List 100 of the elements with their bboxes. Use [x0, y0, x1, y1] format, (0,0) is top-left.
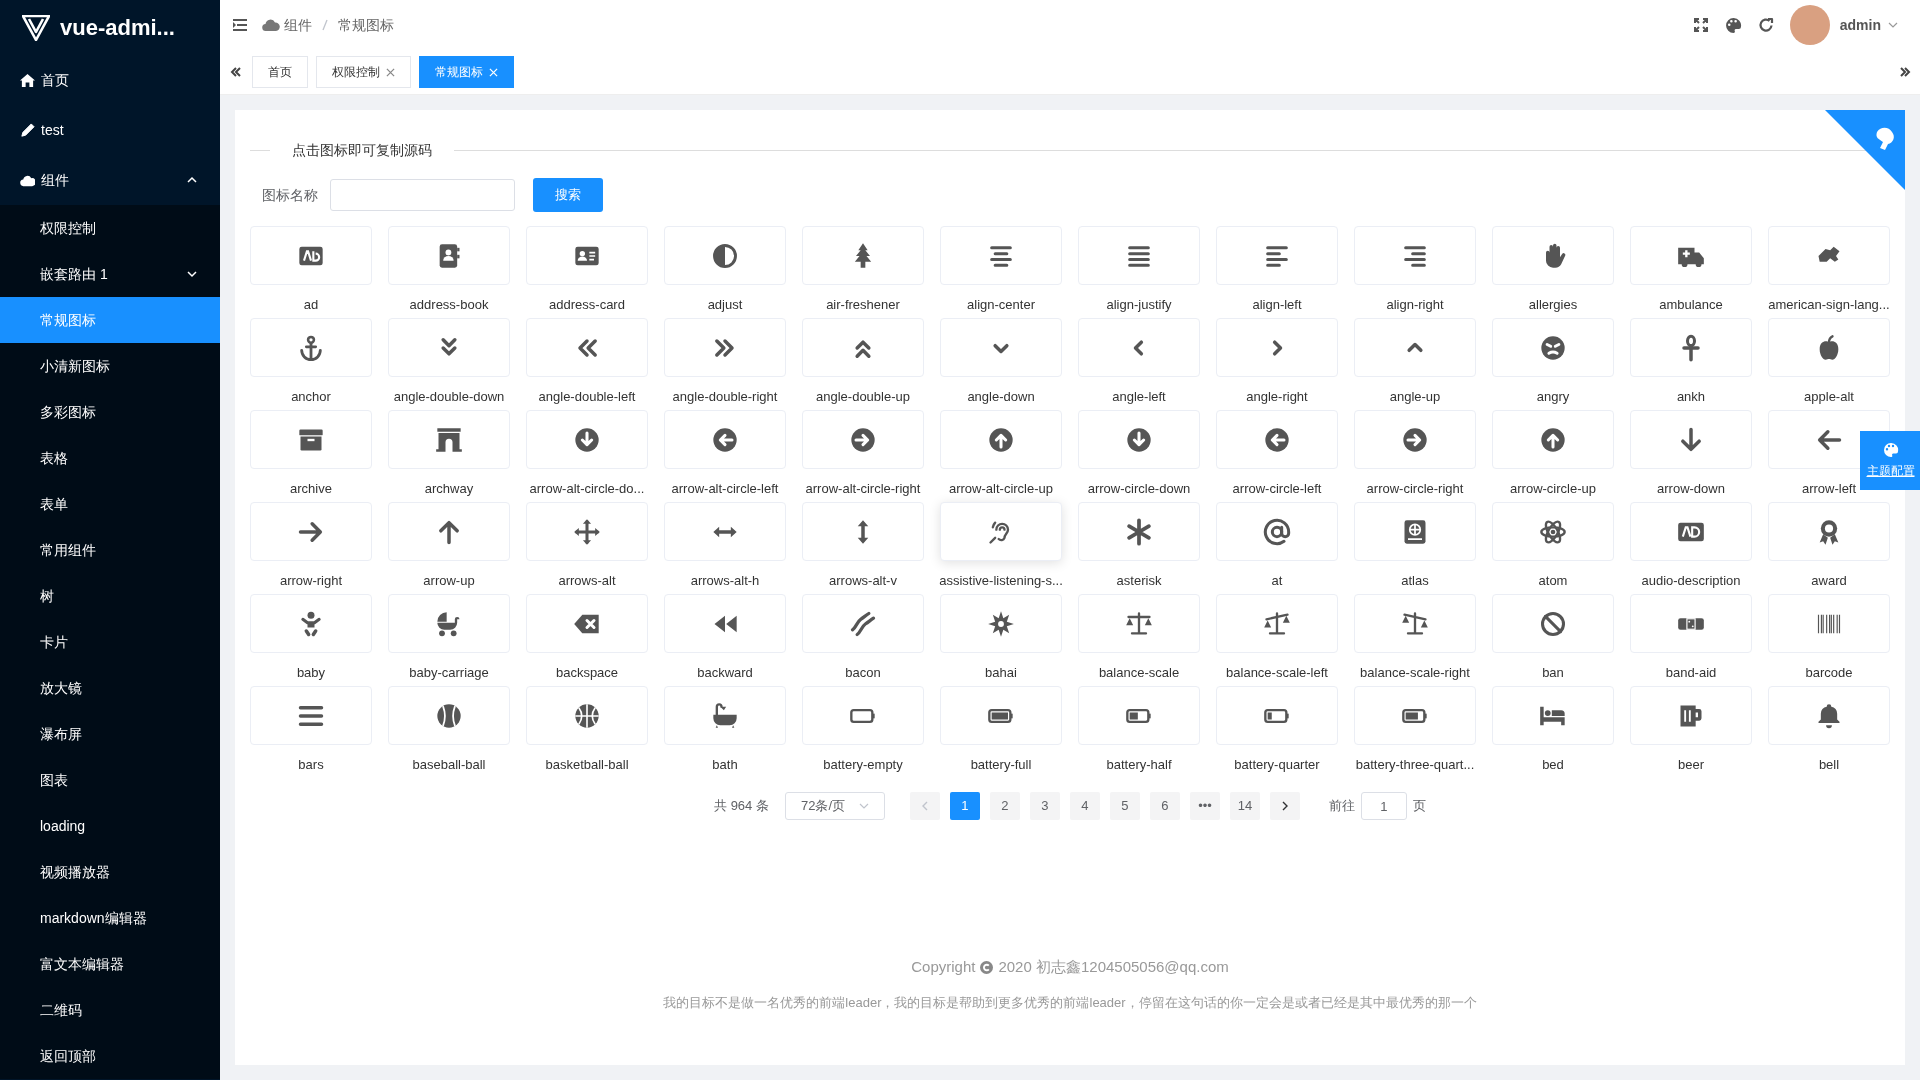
page-jump-field[interactable]: 1: [1360, 792, 1407, 820]
icon-tile[interactable]: [388, 686, 510, 745]
page-button[interactable]: 2: [989, 792, 1020, 820]
icon-tile[interactable]: [1768, 594, 1890, 653]
icon-tile[interactable]: [1216, 686, 1338, 745]
icon-tile[interactable]: [1768, 686, 1890, 745]
icon-tile[interactable]: [1630, 226, 1752, 285]
sidebar-item[interactable]: 表单: [0, 481, 220, 527]
menu-icon[interactable]: [232, 17, 248, 33]
icon-tile[interactable]: [1630, 686, 1752, 745]
icon-tile[interactable]: [940, 226, 1062, 285]
icon-tile[interactable]: [1630, 502, 1752, 561]
icon-tile[interactable]: [526, 226, 648, 285]
palette-icon[interactable]: [1724, 16, 1742, 34]
icon-tile[interactable]: [388, 594, 510, 653]
sidebar-item[interactable]: 放大镜: [0, 665, 220, 711]
sidebar-item[interactable]: 视频播放器: [0, 849, 220, 895]
breadcrumb-item[interactable]: 常规图标: [338, 14, 394, 36]
chevron-down-icon[interactable]: [186, 268, 198, 280]
sidebar-item[interactable]: 嵌套路由 1: [0, 251, 220, 297]
icon-tile[interactable]: [526, 502, 648, 561]
icon-tile[interactable]: [1354, 686, 1476, 745]
page-button[interactable]: •••: [1189, 792, 1220, 820]
sidebar-item[interactable]: 组件: [0, 155, 220, 205]
icon-tile[interactable]: [250, 410, 372, 469]
icon-tile[interactable]: [1768, 226, 1890, 285]
icon-tile[interactable]: [1078, 594, 1200, 653]
page-button[interactable]: 5: [1109, 792, 1140, 820]
icon-tile[interactable]: [1354, 410, 1476, 469]
icon-tile[interactable]: [1216, 594, 1338, 653]
icon-tile[interactable]: [250, 502, 372, 561]
icon-tile[interactable]: [664, 410, 786, 469]
sidebar-item[interactable]: 富文本编辑器: [0, 941, 220, 987]
page-button[interactable]: 4: [1069, 792, 1100, 820]
icon-tile[interactable]: [940, 594, 1062, 653]
icon-tile[interactable]: [1630, 410, 1752, 469]
icon-tile[interactable]: [940, 686, 1062, 745]
next-page-button[interactable]: [1269, 792, 1300, 820]
icon-tile[interactable]: [802, 594, 924, 653]
icon-tile[interactable]: [1630, 318, 1752, 377]
icon-tile[interactable]: [388, 318, 510, 377]
breadcrumb-item[interactable]: 组件: [284, 14, 312, 36]
sidebar-item[interactable]: 图表: [0, 757, 220, 803]
icon-tile[interactable]: [1354, 318, 1476, 377]
sidebar-item[interactable]: markdown编辑器: [0, 895, 220, 941]
page-button[interactable]: 3: [1029, 792, 1060, 820]
sidebar-item[interactable]: 瀑布屏: [0, 711, 220, 757]
fullscreen-icon[interactable]: [1692, 17, 1709, 33]
icon-tile[interactable]: [1216, 410, 1338, 469]
sidebar-item[interactable]: 小清新图标: [0, 343, 220, 389]
sidebar-item[interactable]: 二维码: [0, 987, 220, 1033]
page-button[interactable]: 6: [1149, 792, 1180, 820]
icon-tile[interactable]: [664, 502, 786, 561]
icon-tile[interactable]: [1492, 594, 1614, 653]
icon-tile[interactable]: [250, 594, 372, 653]
sidebar-item[interactable]: 返回顶部: [0, 1033, 220, 1079]
icon-tile[interactable]: [940, 318, 1062, 377]
icon-tile[interactable]: [388, 410, 510, 469]
icon-tile[interactable]: [1492, 410, 1614, 469]
icon-tile[interactable]: [250, 226, 372, 285]
icon-tile[interactable]: [1492, 502, 1614, 561]
icon-tile[interactable]: [802, 502, 924, 561]
icon-tile[interactable]: [1492, 686, 1614, 745]
icon-tile[interactable]: [388, 502, 510, 561]
icon-tile[interactable]: [1354, 502, 1476, 561]
icon-tile[interactable]: [802, 318, 924, 377]
icon-tile[interactable]: [1078, 226, 1200, 285]
page-size-select[interactable]: 72条/页: [784, 792, 885, 820]
refresh-icon[interactable]: [1757, 17, 1774, 33]
user-name[interactable]: admin: [1839, 14, 1881, 36]
icon-tile[interactable]: [664, 318, 786, 377]
corner-ribbon[interactable]: [1825, 110, 1905, 190]
icon-tile[interactable]: [388, 226, 510, 285]
icon-tile[interactable]: [526, 594, 648, 653]
icon-tile[interactable]: [526, 410, 648, 469]
search-field[interactable]: [330, 179, 515, 211]
sidebar-item[interactable]: 多彩图标: [0, 389, 220, 435]
icon-tile[interactable]: [1078, 502, 1200, 561]
sidebar-item[interactable]: 表格: [0, 435, 220, 481]
icon-tile[interactable]: [1492, 226, 1614, 285]
sidebar-item[interactable]: 卡片: [0, 619, 220, 665]
icon-tile[interactable]: [1216, 226, 1338, 285]
icon-tile[interactable]: [1078, 410, 1200, 469]
icon-tile[interactable]: [664, 686, 786, 745]
icon-tile[interactable]: [1354, 226, 1476, 285]
icon-tile[interactable]: [1492, 318, 1614, 377]
icon-tile[interactable]: [1354, 594, 1476, 653]
icon-tile[interactable]: [802, 410, 924, 469]
scroll-left-icon[interactable]: [230, 66, 242, 78]
sidebar-item[interactable]: 权限控制: [0, 205, 220, 251]
icon-tile[interactable]: [250, 318, 372, 377]
sidebar-item[interactable]: 树: [0, 573, 220, 619]
scroll-right-icon[interactable]: [1899, 66, 1911, 78]
icon-tile[interactable]: [250, 686, 372, 745]
icon-tile[interactable]: [1078, 318, 1200, 377]
icon-tile[interactable]: [802, 686, 924, 745]
close-icon[interactable]: [386, 67, 395, 77]
icon-tile[interactable]: [1078, 686, 1200, 745]
icon-tile[interactable]: [802, 226, 924, 285]
icon-tile[interactable]: [940, 410, 1062, 469]
